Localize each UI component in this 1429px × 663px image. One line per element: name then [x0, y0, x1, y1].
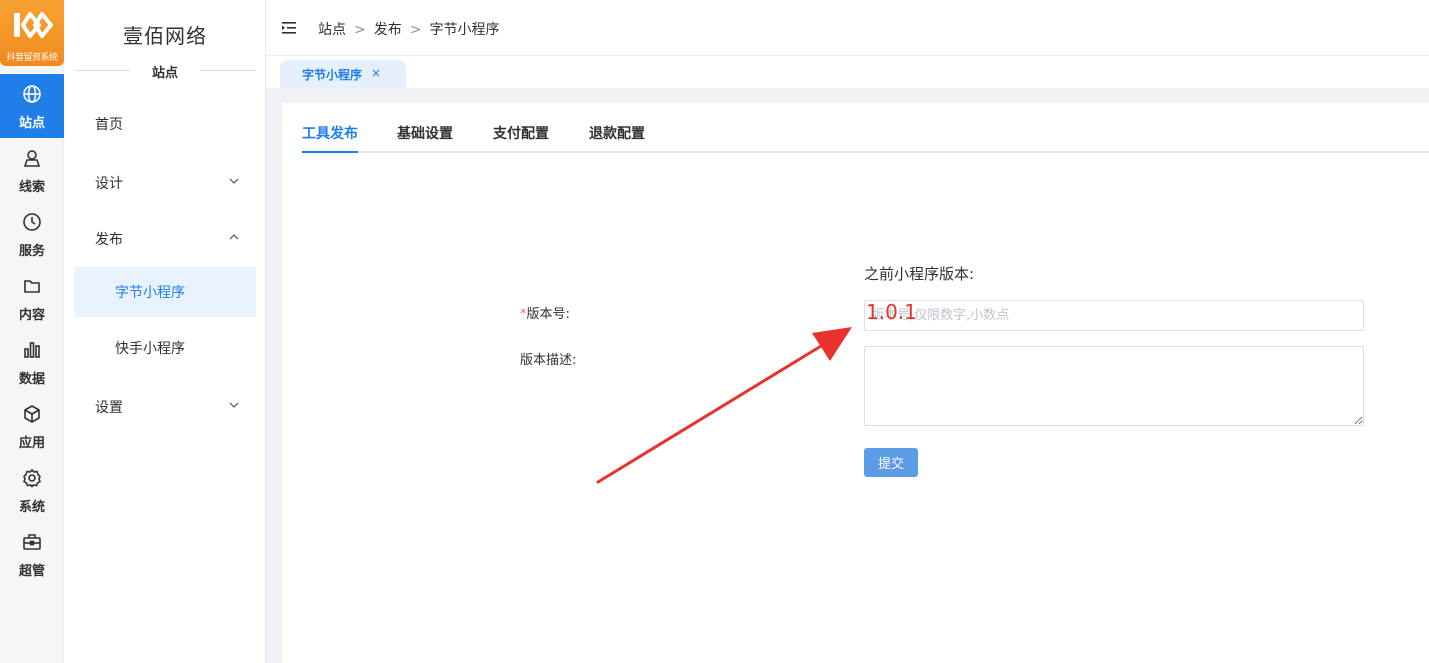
gear-icon [23, 468, 41, 488]
breadcrumb-item[interactable]: 站点 [318, 22, 346, 38]
sidebar-section-header: 站点 [74, 62, 256, 81]
section-title: 站点 [151, 66, 178, 81]
user-icon [23, 150, 41, 167]
sidebar-item-design[interactable]: 设计 [74, 158, 256, 208]
tag-label: 字节小程序 [302, 68, 363, 82]
tab-tool-publish[interactable]: 工具发布 [302, 123, 358, 143]
sidebar-item-label: 设置 [95, 400, 123, 416]
version-input[interactable] [864, 300, 1364, 331]
folder-icon [24, 280, 40, 293]
sidebar-item-label: 首页 [95, 117, 123, 133]
tab-basic-settings[interactable]: 基础设置 [397, 123, 453, 143]
rail-item-label: 超管 [18, 564, 45, 579]
rail-item-system[interactable]: 系统 [0, 458, 64, 522]
tab-refund-config[interactable]: 退款配置 [589, 123, 645, 143]
submit-button[interactable]: 提交 [864, 448, 918, 477]
chevron-down-icon [229, 402, 239, 408]
icon-rail: 抖音留资系统 站点 线索 服务 内容 数据 应用 系统 超管 [0, 0, 64, 663]
version-label: *版本号: [520, 303, 570, 322]
rail-item-label: 应用 [18, 436, 45, 451]
sidebar-item-label: 发布 [95, 232, 123, 248]
sidebar-item-publish[interactable]: 发布 [74, 214, 256, 264]
rail-item-leads[interactable]: 线索 [0, 138, 64, 202]
rail-item-service[interactable]: 服务 [0, 202, 64, 266]
tab-bar: 工具发布 基础设置 支付配置 退款配置 [302, 103, 1429, 153]
tags-view: 字节小程序 × [266, 56, 1429, 88]
tag-bytedance-miniprogram[interactable]: 字节小程序 × [280, 60, 406, 88]
sidebar-item-settings[interactable]: 设置 [74, 382, 256, 432]
sidebar: 壹佰网络 站点 首页 设计 发布 字节小程序 快手小程序 设置 [64, 0, 266, 663]
breadcrumb-item[interactable]: 发布 [374, 22, 402, 38]
rail-item-label: 内容 [18, 308, 45, 323]
rail-item-label: 系统 [18, 500, 45, 515]
rail-item-admin[interactable]: 超管 [0, 522, 64, 586]
breadcrumb-separator: > [354, 22, 366, 38]
tab-active-indicator [302, 151, 358, 153]
sidebar-subitem-kuaishou[interactable]: 快手小程序 [74, 323, 256, 373]
briefcase-icon [23, 534, 41, 550]
sidebar-item-label: 设计 [95, 176, 123, 192]
app-logo[interactable]: 抖音留资系统 [0, 0, 64, 66]
sidebar-item-home[interactable]: 首页 [74, 99, 256, 149]
breadcrumb-separator: > [409, 22, 422, 38]
rail-item-label: 线索 [18, 180, 45, 195]
logo-text: 抖音留资系统 [6, 53, 58, 63]
version-description-textarea[interactable] [864, 346, 1364, 426]
rail-item-label: 服务 [18, 244, 45, 259]
version-description-label: 版本描述: [520, 353, 577, 368]
menu-fold-icon[interactable] [282, 22, 296, 34]
tab-payment-config[interactable]: 支付配置 [493, 123, 549, 143]
sidebar-item-label: 字节小程序 [115, 285, 185, 301]
rail-item-apps[interactable]: 应用 [0, 394, 64, 458]
rail-item-content[interactable]: 内容 [0, 266, 64, 330]
previous-version-label: 之前小程序版本: [864, 265, 975, 283]
rail-item-label: 数据 [18, 372, 45, 387]
main-card: 工具发布 基础设置 支付配置 退款配置 之前小程序版本: *版本号: 版本描述:… [282, 103, 1429, 663]
breadcrumb: 站点 > 发布 > 字节小程序 [318, 19, 499, 39]
top-bar: 站点 > 发布 > 字节小程序 [266, 0, 1429, 56]
chevron-up-icon [229, 234, 239, 240]
cube-icon [24, 405, 40, 423]
divider [200, 70, 256, 71]
version-label-text: 版本号: [526, 307, 570, 322]
bar-chart-icon [24, 342, 40, 358]
sidebar-subitem-bytedance[interactable]: 字节小程序 [74, 267, 256, 317]
breadcrumb-item-current: 字节小程序 [429, 22, 500, 38]
brand-title: 壹佰网络 [123, 24, 207, 48]
rail-item-site[interactable]: 站点 [0, 74, 64, 138]
globe-icon [23, 85, 41, 103]
chevron-down-icon [229, 178, 239, 184]
close-icon[interactable]: × [371, 66, 381, 80]
clock-icon [23, 213, 41, 231]
sidebar-item-label: 快手小程序 [115, 341, 185, 357]
logo-mark-icon [14, 12, 53, 38]
rail-item-label: 站点 [18, 116, 45, 131]
rail-item-data[interactable]: 数据 [0, 330, 64, 394]
